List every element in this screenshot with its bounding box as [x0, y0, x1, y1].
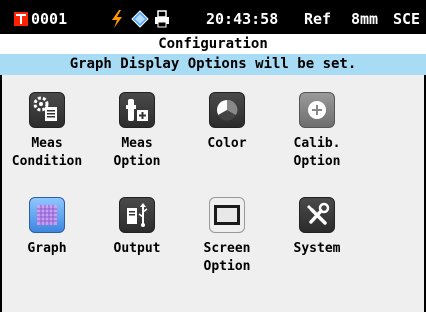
menu-item-meas-option[interactable]: Meas Option — [95, 92, 179, 172]
menu-item-label: Option — [293, 154, 341, 169]
status-bar: 0001 20:43:58 Ref 8mm SCE — [0, 0, 426, 34]
color-icon — [209, 92, 245, 128]
menu-item-label: System — [293, 241, 341, 256]
menu-item-output[interactable]: Output — [95, 197, 179, 277]
usb-diamond-icon — [131, 10, 149, 28]
menu-item-label: Option — [203, 259, 251, 274]
ref-label: Ref — [304, 10, 332, 28]
menu-item-graph[interactable]: Graph — [5, 197, 89, 277]
calib-option-icon — [299, 92, 335, 128]
graph-icon — [29, 197, 65, 233]
menu-item-label: Graph — [27, 241, 67, 256]
guidance-message: Graph Display Options will be set. — [0, 54, 426, 75]
menu-item-label: Condition — [11, 154, 83, 169]
menu-item-color[interactable]: Color — [185, 92, 269, 172]
battery-bolt-icon — [112, 10, 122, 28]
system-icon — [299, 197, 335, 233]
aperture-label: 8mm — [351, 10, 379, 28]
menu-item-screen-option[interactable]: Screen Option — [185, 197, 269, 277]
menu-item-calib-option[interactable]: Calib. Option — [275, 92, 359, 172]
meas-condition-icon — [29, 92, 65, 128]
page-title: Configuration — [0, 34, 426, 54]
target-icon — [14, 12, 28, 26]
menu-item-label: Meas — [31, 136, 63, 151]
screen-option-icon — [209, 197, 245, 233]
meas-number: 0001 — [31, 10, 68, 28]
menu-item-label: Screen — [203, 241, 251, 256]
menu-item-label: Output — [113, 241, 161, 256]
mode-label: SCE — [393, 10, 421, 28]
configuration-menu: Meas Condition Meas Option Color Calib. … — [2, 75, 424, 312]
menu-item-label: Option — [113, 154, 161, 169]
menu-item-label: Meas — [121, 136, 153, 151]
menu-item-label: Color — [207, 136, 247, 151]
menu-item-system[interactable]: System — [275, 197, 359, 277]
output-icon — [119, 197, 155, 233]
printer-icon — [155, 10, 169, 28]
menu-item-label: Calib. — [293, 136, 341, 151]
clock: 20:43:58 — [206, 10, 279, 28]
device-screen: 0001 20:43:58 Ref 8mm SCE Configuration … — [0, 0, 426, 312]
meas-option-icon — [119, 92, 155, 128]
menu-item-meas-condition[interactable]: Meas Condition — [5, 92, 89, 172]
